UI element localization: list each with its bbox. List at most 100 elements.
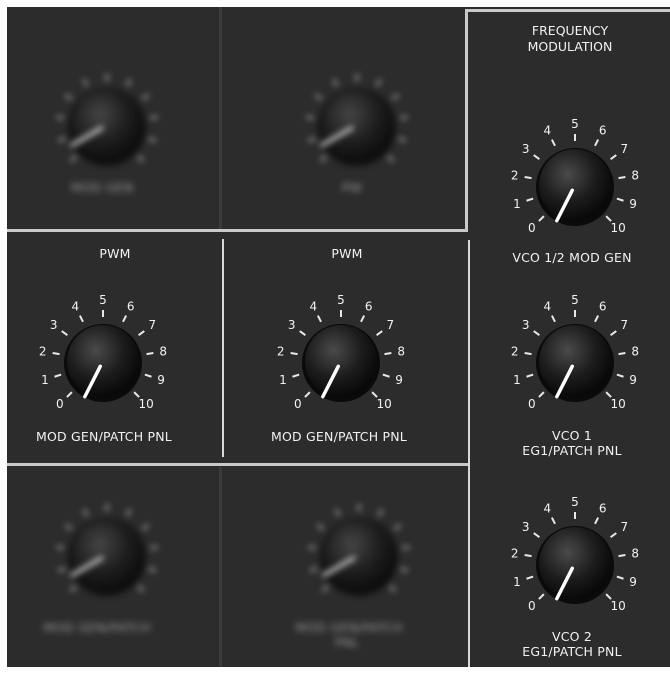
knob-tick — [378, 509, 384, 517]
vco2-knob[interactable]: 0 1 2 3 4 5 6 7 8 9 10 — [485, 485, 655, 635]
blurred-knob-top-right — [267, 47, 437, 197]
knob-scale-label: 7 — [387, 318, 395, 332]
knob-tick — [610, 532, 617, 538]
knob-scale-label: 4 — [71, 300, 79, 314]
knob-scale-label: 1 — [513, 197, 521, 211]
knob-tick — [594, 517, 600, 525]
knob-tick — [148, 567, 156, 572]
pwm-right-knob[interactable]: 0 1 2 3 4 5 6 7 8 9 10 — [251, 283, 421, 433]
knob-tick — [61, 330, 68, 336]
knob-tick — [618, 352, 626, 356]
knob-body — [321, 89, 393, 161]
knob-tick — [138, 330, 145, 336]
knob-tick — [392, 94, 399, 100]
blurred-top-section: MOD GEN PW — [7, 7, 465, 229]
knob-scale-label: 10 — [610, 221, 625, 235]
knob-body — [305, 325, 377, 397]
knob-tick — [400, 116, 408, 120]
knob-tick — [316, 315, 322, 323]
vco1-label-line2: EG1/PATCH PNL — [522, 443, 622, 458]
blurred-label-bottom-left: MOD GEN/PATCH — [43, 620, 151, 635]
vco1-label-line1: VCO 1 — [551, 428, 593, 443]
knob-tick — [524, 352, 532, 356]
knob-tick — [394, 524, 401, 530]
knob-tick — [65, 94, 72, 100]
knob-scale-label: 10 — [610, 397, 625, 411]
knob-scale-label: 0 — [56, 397, 64, 411]
fm-left-divider — [468, 240, 470, 458]
knob-tick — [610, 330, 617, 336]
vco1-knob[interactable]: 0 1 2 3 4 5 6 7 8 9 10 — [485, 283, 655, 433]
knob-tick — [56, 546, 64, 550]
knob-tick — [533, 154, 540, 160]
vco2-label: VCO 2 EG1/PATCH PNL — [482, 629, 662, 659]
knob-tick — [58, 567, 66, 572]
pwm-left-title: PWM — [99, 246, 131, 261]
knob-scale-label: 2 — [511, 546, 519, 560]
frequency-modulation-title: FREQUENCY MODULATION — [485, 23, 655, 55]
knob-scale-label: 7 — [621, 318, 629, 332]
knob-scale-label: 2 — [511, 344, 519, 358]
knob-scale-label: 6 — [365, 300, 373, 314]
knob-scale-label: 4 — [543, 502, 551, 516]
knob-tick — [82, 509, 88, 517]
knob-scale-label: 10 — [376, 397, 391, 411]
knob-scale-label: 4 — [543, 124, 551, 138]
knob-tick — [320, 155, 327, 162]
knob-scale-label: 3 — [288, 318, 296, 332]
knob-scale-label: 6 — [599, 502, 607, 516]
knob-tick — [292, 373, 300, 378]
knob-tick — [144, 373, 152, 378]
pwm-left-knob[interactable]: 0 1 2 3 4 5 6 7 8 9 10 — [13, 283, 183, 433]
knob-tick — [389, 585, 396, 592]
divider-top-section-bottom — [7, 229, 467, 232]
knob-tick — [54, 373, 62, 378]
knob-tick — [317, 524, 324, 530]
knob-scale-label: 3 — [50, 318, 58, 332]
knob-tick — [142, 94, 149, 100]
pwm-center-divider — [222, 239, 224, 457]
knob-body — [323, 519, 395, 591]
knob-tick — [398, 137, 406, 142]
knob-tick — [594, 139, 600, 147]
knob-tick — [126, 509, 132, 517]
knob-tick — [142, 524, 149, 530]
knob-tick — [70, 585, 77, 592]
knob-tick — [78, 315, 84, 323]
knob-tick — [148, 137, 156, 142]
blurred-knob-top-left — [17, 47, 187, 197]
blurred-bottom-section: MOD GEN/PATCH MOD GEN/PATCH PNL — [7, 467, 465, 667]
knob-tick — [308, 546, 316, 550]
knob-scale-label: 1 — [513, 575, 521, 589]
knob-tick — [126, 79, 132, 87]
knob-tick — [137, 155, 144, 162]
knob-scale-label: 8 — [159, 344, 167, 358]
knob-body — [67, 325, 139, 397]
knob-scale-label: 5 — [337, 293, 345, 307]
knob-scale-label: 1 — [279, 373, 287, 387]
knob-tick — [52, 352, 60, 356]
knob-tick — [538, 215, 545, 222]
knob-scale-label: 6 — [599, 300, 607, 314]
pwm-right-label: MOD GEN/PATCH PNL — [271, 429, 407, 444]
knob-tick — [137, 585, 144, 592]
knob-tick — [538, 391, 545, 398]
knob-scale-label: 0 — [294, 397, 302, 411]
knob-scale-label: 5 — [571, 293, 579, 307]
knob-tick — [618, 176, 626, 180]
knob-tick — [70, 155, 77, 162]
knob-scale-label: 4 — [309, 300, 317, 314]
knob-tick — [82, 79, 88, 87]
knob-tick — [382, 373, 390, 378]
knob-body — [71, 519, 143, 591]
knob-tick — [400, 567, 408, 572]
knob-scale-label: 8 — [631, 344, 639, 358]
knob-tick — [290, 352, 298, 356]
blurred-knob-bottom-left — [17, 477, 187, 627]
knob-tick — [524, 176, 532, 180]
knob-body — [539, 527, 611, 599]
knob-scale-label: 9 — [629, 373, 637, 387]
pwm-left-label: MOD GEN/PATCH PNL — [36, 429, 172, 444]
vco12-knob[interactable]: 0 1 2 3 4 5 6 7 8 9 10 — [485, 107, 655, 257]
knob-scale-label: 9 — [395, 373, 403, 387]
